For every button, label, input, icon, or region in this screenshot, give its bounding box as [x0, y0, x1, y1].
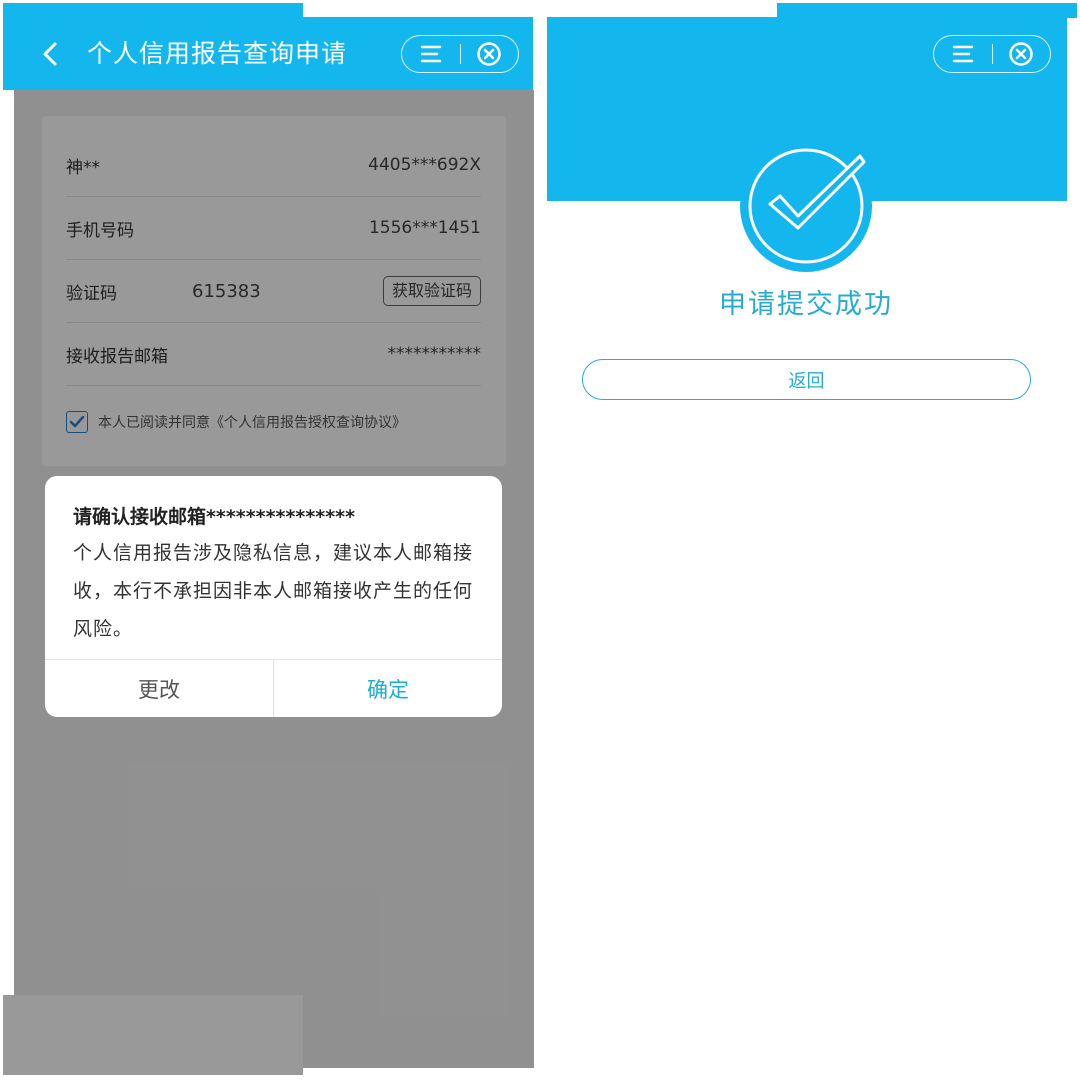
- close-button[interactable]: [460, 36, 518, 72]
- success-badge: [740, 140, 872, 272]
- page-title: 个人信用报告查询申请: [87, 39, 348, 68]
- mini-program-capsule: [933, 35, 1051, 73]
- chevron-left-icon: [43, 42, 57, 66]
- confirm-button[interactable]: 确定: [274, 660, 502, 717]
- success-message: 申请提交成功: [719, 289, 893, 320]
- success-screen: 申请提交成功 返回: [546, 0, 1080, 1080]
- header-top-strip: [777, 3, 1077, 18]
- close-button[interactable]: [992, 36, 1050, 72]
- dialog-button-bar: 更改 确定: [45, 659, 502, 717]
- app-header: 个人信用报告查询申请: [3, 17, 533, 90]
- close-circle-icon: [1009, 42, 1033, 66]
- dialog-title: 请确认接收邮箱***************: [73, 506, 356, 528]
- menu-icon: [952, 45, 973, 63]
- check-circle-icon: [748, 148, 866, 264]
- menu-icon: [420, 45, 441, 63]
- mini-program-capsule: [401, 35, 519, 73]
- apply-screen: 个人信用报告查询申请 神** 4405***692X 手机号码 1556***1…: [0, 0, 534, 1080]
- bottom-strip: [3, 995, 303, 1075]
- menu-button[interactable]: [402, 36, 460, 72]
- change-button[interactable]: 更改: [45, 660, 274, 717]
- return-button[interactable]: 返回: [582, 359, 1031, 400]
- close-circle-icon: [477, 42, 501, 66]
- back-button[interactable]: [33, 35, 67, 73]
- confirm-email-dialog: 请确认接收邮箱*************** 个人信用报告涉及隐私信息，建议本人…: [45, 476, 502, 717]
- menu-button[interactable]: [934, 36, 992, 72]
- dialog-message: 个人信用报告涉及隐私信息，建议本人邮箱接收，本行不承担因非本人邮箱接收产生的任何…: [73, 542, 474, 640]
- header-top-strip: [3, 3, 303, 18]
